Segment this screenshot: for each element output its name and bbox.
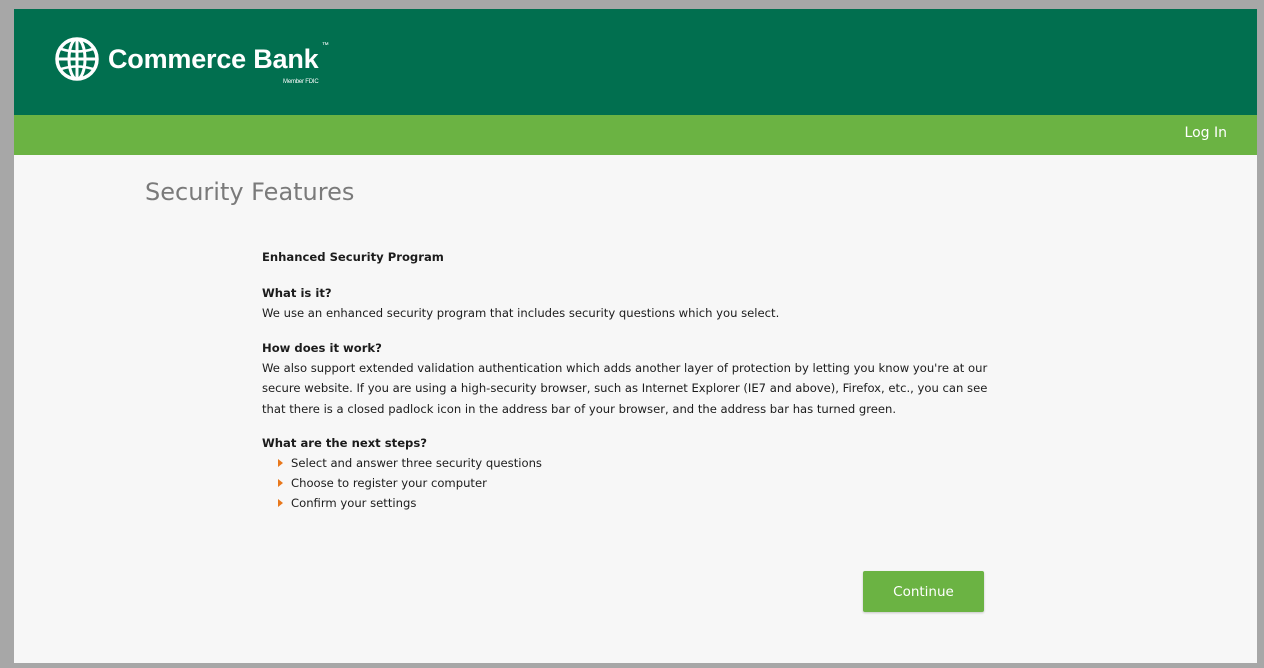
list-item: Choose to register your computer — [277, 473, 1002, 493]
member-fdic-label: Member FDIC — [283, 78, 319, 85]
login-link[interactable]: Log In — [1185, 125, 1227, 141]
step-text: Choose to register your computer — [291, 476, 487, 490]
step-text: Select and answer three security questio… — [291, 456, 542, 470]
step-text: Confirm your settings — [291, 496, 417, 510]
orange-triangle-bullet-icon — [278, 499, 283, 507]
trademark-symbol: ™ — [321, 41, 329, 49]
how-heading: How does it work? — [262, 340, 382, 355]
nav-bar: Log In — [14, 115, 1257, 155]
globe-icon — [55, 37, 99, 81]
header: Commerce Bank ™ Member FDIC — [14, 9, 1257, 115]
brand-name: Commerce Bank ™ Member FDIC — [108, 42, 329, 85]
program-title: Enhanced Security Program — [262, 250, 444, 264]
what-text: We use an enhanced security program that… — [262, 306, 780, 320]
continue-button[interactable]: Continue — [863, 571, 984, 612]
main-content: Enhanced Security Program What is it? We… — [262, 247, 1002, 513]
what-section: What is it? We use an enhanced security … — [262, 283, 1002, 324]
page-title: Security Features — [145, 178, 355, 206]
orange-triangle-bullet-icon — [278, 479, 283, 487]
brand-name-text: Commerce Bank — [108, 43, 319, 74]
next-steps-heading: What are the next steps? — [262, 436, 427, 450]
how-text: We also support extended validation auth… — [262, 360, 988, 416]
how-section: How does it work? We also support extend… — [262, 338, 1002, 420]
what-heading: What is it? — [262, 286, 332, 300]
brand-logo[interactable]: Commerce Bank ™ Member FDIC — [54, 33, 329, 85]
list-item: Select and answer three security questio… — [277, 453, 1002, 473]
list-item: Confirm your settings — [277, 493, 1002, 513]
steps-list: Select and answer three security questio… — [262, 453, 1002, 513]
next-steps-section: What are the next steps? Select and answ… — [262, 433, 1002, 513]
orange-triangle-bullet-icon — [278, 459, 283, 467]
